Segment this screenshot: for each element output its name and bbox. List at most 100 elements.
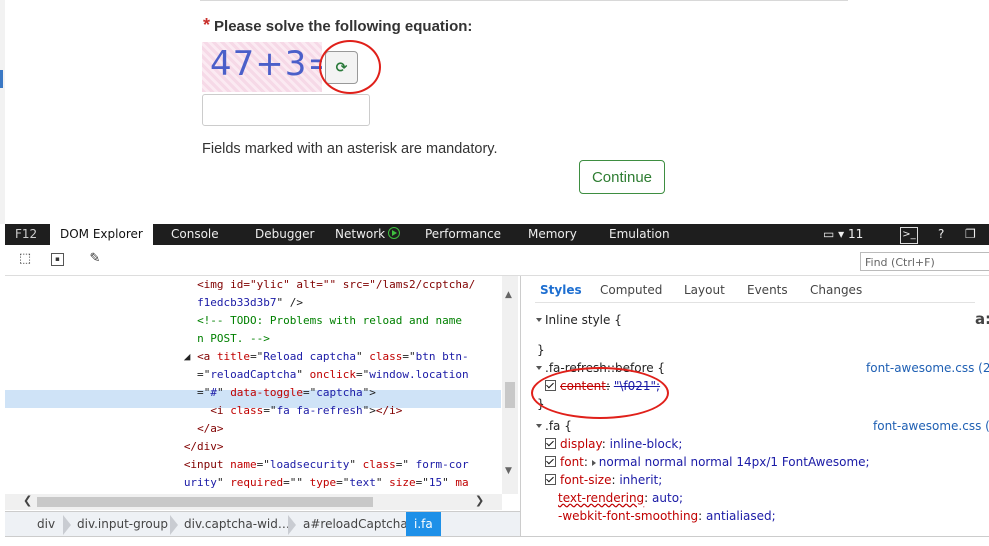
dom-line[interactable]: <i class="fa fa-refresh"></i> — [5, 402, 402, 420]
dom-token: =" — [303, 386, 317, 399]
prop-webkit-font-smoothing[interactable]: -webkit-font-smoothing: antialiased; — [558, 509, 776, 523]
dom-line[interactable]: n POST. --> — [5, 330, 270, 348]
collapse-arrow-icon — [536, 366, 542, 370]
equation-label: * Please solve the following equation: — [203, 15, 472, 36]
scroll-down-icon[interactable]: ▼ — [505, 466, 512, 476]
target-selector[interactable]: ▭ ▾ 11 — [823, 224, 863, 245]
crumb-captcha-widget[interactable]: div.captcha-wid… — [184, 512, 290, 537]
tab-console[interactable]: Console — [163, 224, 227, 245]
dom-horizontal-thumb[interactable] — [37, 497, 373, 507]
dom-token: =" — [402, 350, 416, 363]
dom-token: " — [349, 458, 363, 471]
dom-token: </i> — [375, 404, 403, 417]
dom-tree[interactable]: <img id="ylic" alt="" src="/lams2/ccptch… — [5, 276, 520, 494]
dom-vertical-thumb[interactable] — [505, 382, 515, 408]
property-name: display — [560, 437, 602, 451]
property-name: font — [560, 455, 584, 469]
dom-token: </a> — [197, 422, 224, 435]
network-record-icon — [388, 227, 401, 239]
tab-dom-explorer[interactable]: DOM Explorer — [50, 224, 153, 245]
crumb-input-group[interactable]: div.input-group — [77, 512, 168, 537]
highlight-element-icon[interactable]: ▪ — [51, 253, 64, 266]
prop-text-rendering[interactable]: text-rendering: auto; — [558, 491, 683, 505]
prop-display[interactable]: display: inline-block; — [545, 437, 682, 451]
dom-token: "> — [362, 404, 376, 417]
dom-line[interactable]: urity" required="" type="text" size="15"… — [5, 474, 469, 492]
inline-style-header[interactable]: Inline style { — [536, 313, 622, 327]
dom-token — [5, 458, 184, 471]
tab-network[interactable]: Network — [327, 224, 408, 245]
tab-memory[interactable]: Memory — [520, 224, 585, 245]
find-input[interactable]: Find (Ctrl+F) — [860, 252, 989, 271]
prop-font[interactable]: font: normal normal normal 14px/1 FontAw… — [545, 455, 870, 469]
help-button[interactable]: ? — [938, 224, 944, 245]
dom-line[interactable]: <img id="ylic" alt="" src="/lams2/ccptch… — [5, 276, 475, 294]
tab-emulation[interactable]: Emulation — [601, 224, 678, 245]
property-checkbox[interactable] — [545, 438, 556, 449]
annotation-circle-rule — [531, 367, 669, 419]
captcha-answer-input[interactable] — [202, 94, 370, 126]
property-checkbox[interactable] — [545, 456, 556, 467]
scroll-right-icon[interactable]: ❯ — [475, 494, 484, 507]
tab-events[interactable]: Events — [747, 283, 788, 297]
dom-token: class — [369, 350, 403, 363]
sort-az-icon[interactable]: a: — [975, 310, 989, 328]
dom-vertical-scrollbar[interactable]: ▲ ▼ — [502, 276, 518, 494]
dom-token: =" — [415, 476, 429, 489]
dom-line[interactable]: ◢ <a title="Reload captcha" class="btn b… — [5, 348, 469, 366]
crumb-separator — [63, 515, 71, 535]
console-toggle-icon[interactable]: >_ — [900, 227, 918, 244]
collapse-arrow-icon — [536, 424, 542, 428]
left-edge-strip — [0, 0, 5, 224]
collapse-arrow-icon — [536, 318, 542, 322]
dom-horizontal-scrollbar[interactable]: ❮ ❯ — [5, 494, 502, 510]
dom-token: <a — [197, 350, 217, 363]
rule-fa-source[interactable]: font-awesome.css (14) — [873, 419, 989, 433]
dom-token: btn btn- — [415, 350, 469, 363]
crumb-i-fa[interactable]: i.fa — [406, 512, 441, 537]
tab-changes[interactable]: Changes — [810, 283, 862, 297]
dom-token — [5, 404, 210, 417]
dom-token: captcha — [316, 386, 363, 399]
tab-layout[interactable]: Layout — [684, 283, 725, 297]
dom-token: reloadCaptcha — [210, 368, 297, 381]
dom-token: " — [356, 350, 370, 363]
tab-debugger[interactable]: Debugger — [247, 224, 322, 245]
scroll-up-icon[interactable]: ▲ — [505, 290, 512, 300]
dom-token: <input — [183, 458, 231, 471]
dom-token: =" — [356, 368, 370, 381]
rule-fa-refresh-source[interactable]: font-awesome.css (277) — [866, 361, 989, 375]
left-edge-marker — [0, 70, 3, 88]
select-element-icon[interactable]: ⬚ — [17, 251, 33, 267]
expand-arrow-icon[interactable] — [591, 460, 596, 466]
dom-token: <!-- TODO: Problems with reload and name — [197, 314, 462, 327]
property-checkbox[interactable] — [545, 474, 556, 485]
tab-computed[interactable]: Computed — [600, 283, 662, 297]
crumb-div[interactable]: div — [37, 512, 55, 537]
crumb-reload-captcha[interactable]: a#reloadCaptcha — [303, 512, 408, 537]
tab-performance[interactable]: Performance — [417, 224, 509, 245]
undock-icon[interactable]: ❐ — [965, 224, 976, 245]
dom-token: name — [230, 458, 257, 471]
dom-token: 15 — [428, 476, 443, 489]
dom-line[interactable]: ="#" data-toggle="captcha"> — [5, 384, 376, 402]
color-picker-icon[interactable]: ✎ — [87, 251, 103, 267]
dom-token: =" — [263, 404, 277, 417]
breadcrumb: div div.input-group div.captcha-wid… a#r… — [5, 511, 520, 537]
tab-styles[interactable]: Styles — [540, 283, 582, 297]
tab-f12[interactable]: F12 — [7, 224, 45, 245]
dom-line[interactable]: </div> — [5, 438, 224, 456]
dom-line[interactable]: <!-- TODO: Problems with reload and name — [5, 312, 462, 330]
dom-token: " — [296, 368, 310, 381]
dom-line[interactable]: </a> — [5, 420, 224, 438]
rule-fa-selector[interactable]: .fa { — [536, 419, 572, 433]
dom-token: ma — [455, 476, 469, 489]
dom-line[interactable]: f1edcb33d3b7" /> — [5, 294, 303, 312]
prop-font-size[interactable]: font-size: inherit; — [545, 473, 662, 487]
dom-token — [5, 440, 184, 453]
dom-line[interactable]: <input name="loadsecurity" class=" form-… — [5, 456, 469, 474]
continue-button[interactable]: Continue — [579, 160, 665, 194]
scroll-left-icon[interactable]: ❮ — [23, 494, 32, 507]
dom-line[interactable]: ="reloadCaptcha" onclick="window.locatio… — [5, 366, 469, 384]
dom-token: =" — [250, 350, 264, 363]
